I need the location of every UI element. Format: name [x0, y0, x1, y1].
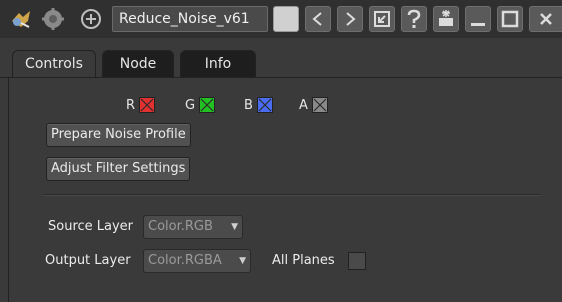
- chevron-right-icon: [346, 12, 356, 26]
- source-layer-value: Color.RGB: [148, 219, 213, 234]
- close-button[interactable]: [529, 6, 562, 32]
- channel-g-label: G: [185, 97, 196, 113]
- tab-node[interactable]: Node: [102, 50, 174, 78]
- cross-icon: [140, 98, 154, 112]
- cross-icon: [200, 98, 214, 112]
- chevron-left-icon: [312, 12, 322, 26]
- revert-icon: [374, 11, 390, 27]
- adjust-filter-settings-button[interactable]: Adjust Filter Settings: [46, 157, 191, 181]
- cross-icon: [258, 98, 272, 112]
- source-layer-label: Source Layer: [48, 219, 134, 234]
- channel-g: G: [185, 96, 216, 114]
- channel-b-toggle[interactable]: [256, 97, 273, 113]
- channel-b: B: [244, 96, 273, 114]
- question-icon: [407, 9, 421, 28]
- prev-button[interactable]: [305, 6, 331, 32]
- channel-b-label: B: [244, 97, 253, 113]
- close-icon: [540, 13, 552, 25]
- float-button[interactable]: [433, 6, 459, 32]
- channel-g-toggle[interactable]: [199, 97, 216, 113]
- output-layer-value: Color.RGBA: [148, 253, 222, 268]
- minimize-icon: [471, 23, 485, 26]
- minimize-button[interactable]: [465, 6, 491, 32]
- cross-icon: [313, 98, 327, 112]
- channel-r-label: R: [126, 97, 136, 113]
- node-color-swatch[interactable]: [273, 6, 299, 32]
- maximize-button[interactable]: [497, 6, 523, 32]
- channel-a-toggle[interactable]: [311, 97, 328, 113]
- all-planes-checkbox[interactable]: [348, 252, 366, 270]
- channel-a: A: [299, 96, 328, 114]
- add-circle-icon[interactable]: [78, 6, 104, 32]
- channel-a-label: A: [299, 97, 308, 113]
- maximize-icon: [501, 10, 519, 28]
- properties-panel: Reduce_Noise_v61 Controls Node Info R G …: [0, 0, 562, 302]
- tab-info[interactable]: Info: [180, 50, 256, 78]
- channel-r-toggle[interactable]: [139, 97, 156, 113]
- source-layer-dropdown[interactable]: Color.RGB ▼: [143, 215, 243, 239]
- toolbar: Reduce_Noise_v61: [0, 0, 562, 38]
- prepare-noise-profile-button[interactable]: Prepare Noise Profile: [46, 123, 191, 147]
- help-button[interactable]: [401, 6, 427, 32]
- gear-icon[interactable]: [40, 6, 66, 32]
- node-icon[interactable]: [8, 6, 34, 32]
- revert-button[interactable]: [369, 6, 395, 32]
- tab-controls[interactable]: Controls: [12, 50, 96, 78]
- all-planes-label: All Planes: [272, 253, 335, 268]
- channel-r: R: [126, 96, 156, 114]
- dropdown-arrow-icon: ▼: [231, 222, 238, 232]
- node-name-field[interactable]: Reduce_Noise_v61: [112, 6, 268, 32]
- next-button[interactable]: [337, 6, 363, 32]
- section-divider: [44, 194, 540, 196]
- output-layer-dropdown[interactable]: Color.RGBA ▼: [143, 249, 251, 273]
- float-icon: [439, 10, 453, 26]
- dropdown-arrow-icon: ▼: [239, 256, 246, 266]
- output-layer-label: Output Layer: [45, 253, 131, 268]
